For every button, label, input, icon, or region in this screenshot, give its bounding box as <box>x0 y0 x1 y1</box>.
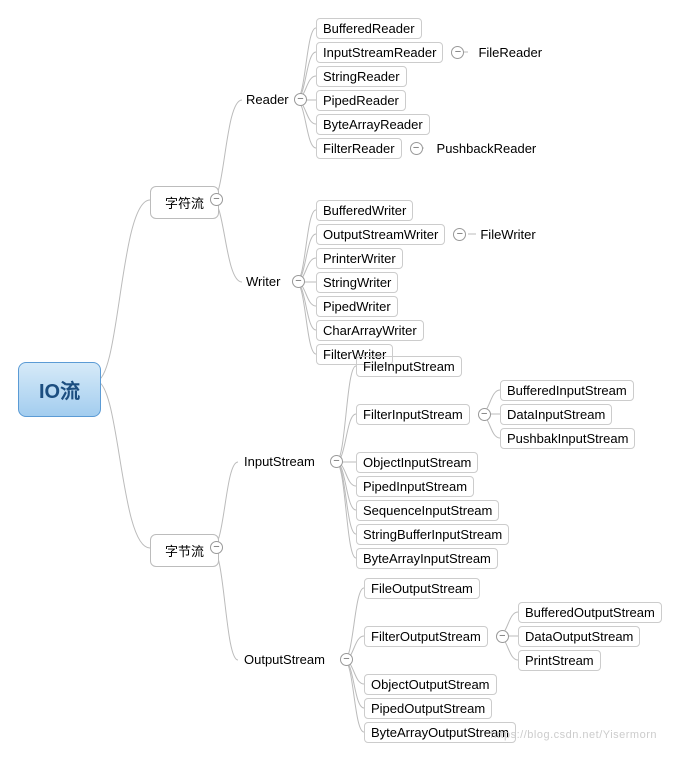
collapse-icon[interactable] <box>496 630 509 643</box>
node-bufferedoutputstream: BufferedOutputStream <box>518 602 662 623</box>
node-label: DataOutputStream <box>525 629 633 644</box>
branch-label: 字符流 <box>165 196 204 211</box>
node-label: ByteArrayInputStream <box>363 551 491 566</box>
node-pipedoutputstream: PipedOutputStream <box>364 698 492 719</box>
node-label: FileReader <box>478 45 542 60</box>
node-datainputstream: DataInputStream <box>500 404 612 425</box>
node-label: StringWriter <box>323 275 391 290</box>
node-filterinputstream: FilterInputStream <box>356 404 470 425</box>
node-label: PipedOutputStream <box>371 701 485 716</box>
node-label: PipedWriter <box>323 299 391 314</box>
node-filterreader: FilterReader <box>316 138 402 159</box>
collapse-icon[interactable] <box>451 46 464 59</box>
node-pushbackreader: PushbackReader <box>431 139 543 158</box>
node-label: FilterOutputStream <box>371 629 481 644</box>
node-printerwriter: PrinterWriter <box>316 248 403 269</box>
node-pushbakinputstream: PushbakInputStream <box>500 428 635 449</box>
collapse-icon[interactable] <box>294 93 307 106</box>
node-stringwriter: StringWriter <box>316 272 398 293</box>
node-label: BufferedOutputStream <box>525 605 655 620</box>
node-filteroutputstream: FilterOutputStream <box>364 626 488 647</box>
root-node: IO流 <box>18 362 101 417</box>
node-buffered-reader: BufferedReader <box>316 18 422 39</box>
node-label: BufferedReader <box>323 21 415 36</box>
node-label: OutputStreamWriter <box>323 227 438 242</box>
node-pipedwriter: PipedWriter <box>316 296 398 317</box>
node-label: CharArrayWriter <box>323 323 417 338</box>
node-label: FileWriter <box>480 227 535 242</box>
node-bufferedinputstream: BufferedInputStream <box>500 380 634 401</box>
collapse-icon[interactable] <box>210 541 223 554</box>
node-chararraywriter: CharArrayWriter <box>316 320 424 341</box>
node-dataoutputstream: DataOutputStream <box>518 626 640 647</box>
node-fileoutputstream: FileOutputStream <box>364 578 480 599</box>
node-writer: Writer <box>240 272 286 291</box>
node-label: BufferedWriter <box>323 203 406 218</box>
node-sequenceinputstream: SequenceInputStream <box>356 500 499 521</box>
node-label: Writer <box>246 274 280 289</box>
node-label: StringReader <box>323 69 400 84</box>
node-outputstream: OutputStream <box>238 650 331 669</box>
node-reader: Reader <box>240 90 295 109</box>
node-outputstreamwriter: OutputStreamWriter <box>316 224 445 245</box>
node-inputstreamreader: InputStreamReader <box>316 42 443 63</box>
collapse-icon[interactable] <box>453 228 466 241</box>
node-label: FilterInputStream <box>363 407 463 422</box>
node-label: PushbakInputStream <box>507 431 628 446</box>
node-objectinputstream: ObjectInputStream <box>356 452 478 473</box>
node-label: PushbackReader <box>437 141 537 156</box>
node-label: OutputStream <box>244 652 325 667</box>
collapse-icon[interactable] <box>210 193 223 206</box>
node-label: PipedInputStream <box>363 479 467 494</box>
node-fileinputstream: FileInputStream <box>356 356 462 377</box>
node-stringbufferinputstream: StringBufferInputStream <box>356 524 509 545</box>
node-filereader: FileReader <box>472 43 548 62</box>
node-label: FileOutputStream <box>371 581 473 596</box>
node-label: Reader <box>246 92 289 107</box>
watermark-text: https://blog.csdn.net/Yisermorn <box>490 729 657 741</box>
node-label: BufferedInputStream <box>507 383 627 398</box>
node-label: PipedReader <box>323 93 399 108</box>
collapse-icon[interactable] <box>478 408 491 421</box>
node-label: ByteArrayOutputStream <box>371 725 509 740</box>
node-pipedreader: PipedReader <box>316 90 406 111</box>
node-bytearrayinputstream: ByteArrayInputStream <box>356 548 498 569</box>
collapse-icon[interactable] <box>410 142 423 155</box>
node-label: InputStreamReader <box>323 45 436 60</box>
node-objectoutputstream: ObjectOutputStream <box>364 674 497 695</box>
collapse-icon[interactable] <box>292 275 305 288</box>
node-label: ObjectOutputStream <box>371 677 490 692</box>
collapse-icon[interactable] <box>340 653 353 666</box>
node-stringreader: StringReader <box>316 66 407 87</box>
node-label: InputStream <box>244 454 315 469</box>
collapse-icon[interactable] <box>330 455 343 468</box>
branch-byte-stream: 字节流 <box>150 534 219 567</box>
root-label: IO流 <box>39 381 80 403</box>
node-label: PrinterWriter <box>323 251 396 266</box>
node-label: SequenceInputStream <box>363 503 492 518</box>
watermark: https://blog.csdn.net/Yisermorn <box>490 729 657 741</box>
branch-label: 字节流 <box>165 544 204 559</box>
node-bytearrayreader: ByteArrayReader <box>316 114 430 135</box>
node-label: StringBufferInputStream <box>363 527 502 542</box>
node-label: ObjectInputStream <box>363 455 471 470</box>
node-label: ByteArrayReader <box>323 117 423 132</box>
node-bufferedwriter: BufferedWriter <box>316 200 413 221</box>
branch-char-stream: 字符流 <box>150 186 219 219</box>
node-label: FilterReader <box>323 141 395 156</box>
node-inputstream: InputStream <box>238 452 321 471</box>
node-filewriter: FileWriter <box>474 225 541 244</box>
node-label: DataInputStream <box>507 407 605 422</box>
node-label: FileInputStream <box>363 359 455 374</box>
node-label: PrintStream <box>525 653 594 668</box>
node-pipedinputstream: PipedInputStream <box>356 476 474 497</box>
node-printstream: PrintStream <box>518 650 601 671</box>
